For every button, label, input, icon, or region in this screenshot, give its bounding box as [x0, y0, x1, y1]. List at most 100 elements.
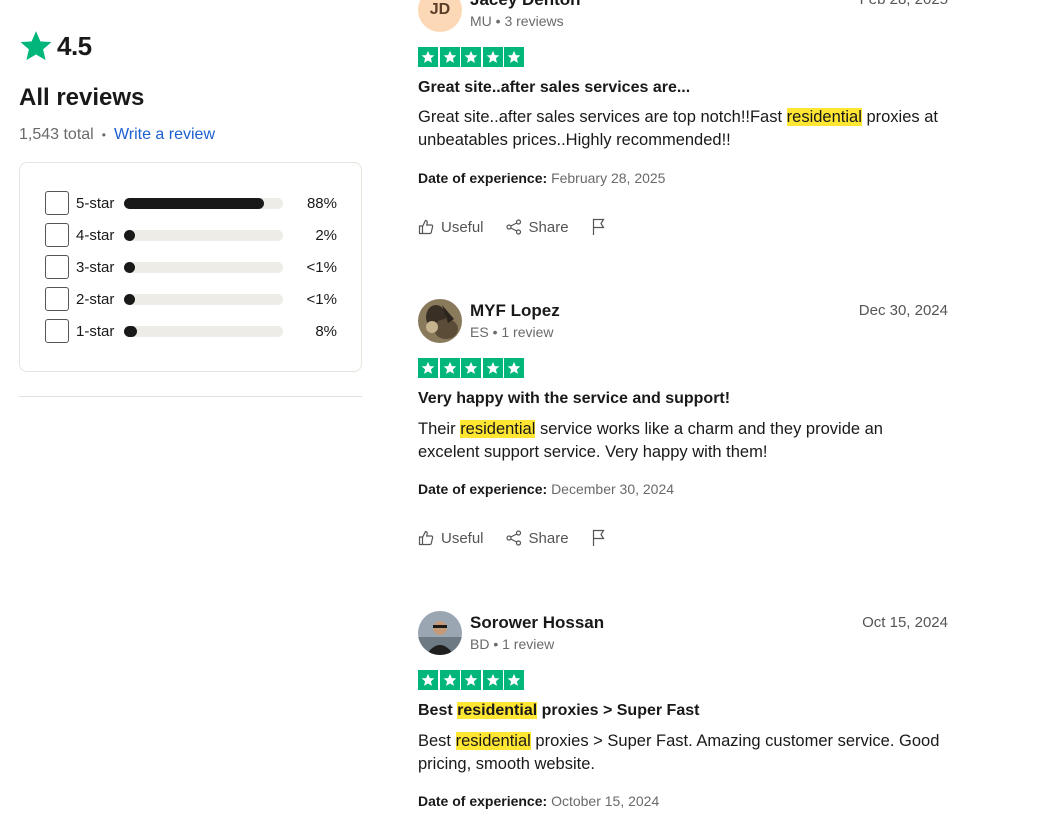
star-filter-panel: 5-star 88% 4-star 2% 3-star <1% 2-star <…	[19, 162, 362, 372]
rating-bar	[124, 325, 283, 337]
highlighted-term: residential	[786, 108, 862, 126]
useful-label: Useful	[441, 218, 484, 236]
review-body: Best residential proxies > Super Fast. A…	[418, 730, 948, 776]
star-icon	[504, 358, 524, 378]
body-text: Great site..after sales services are top…	[418, 108, 787, 126]
review-body: Great site..after sales services are top…	[418, 106, 948, 152]
date-of-experience: Date of experience: February 28, 2025	[418, 170, 665, 186]
rating-bar-fill	[124, 261, 135, 273]
star-rating	[418, 358, 524, 378]
share-label: Share	[528, 529, 569, 547]
filter-label: 5-star	[76, 194, 115, 212]
filter-3-star[interactable]: 3-star <1%	[45, 255, 337, 279]
filter-label: 3-star	[76, 258, 115, 276]
filter-label: 4-star	[76, 226, 115, 244]
doe-label: Date of experience:	[418, 481, 548, 497]
share-button[interactable]: Share	[505, 218, 569, 236]
filter-5-star[interactable]: 5-star 88%	[45, 191, 337, 215]
title-text: Best	[418, 702, 458, 719]
star-icon	[504, 47, 524, 67]
highlighted-term: residential	[457, 702, 538, 719]
doe-value: December 30, 2024	[551, 481, 675, 497]
share-label: Share	[528, 218, 569, 236]
review-actions: Useful Share	[418, 529, 636, 547]
date-of-experience: Date of experience: December 30, 2024	[418, 481, 674, 497]
report-button[interactable]	[591, 218, 614, 236]
rating-bar	[124, 261, 283, 273]
star-icon	[461, 670, 481, 690]
star-icon	[20, 31, 52, 61]
filter-checkbox[interactable]	[45, 255, 69, 279]
filter-4-star[interactable]: 4-star 2%	[45, 223, 337, 247]
star-icon	[418, 358, 438, 378]
body-text: Their	[418, 420, 461, 438]
review-title[interactable]: Best residential proxies > Super Fast	[418, 702, 699, 720]
star-icon	[482, 358, 503, 378]
star-icon	[461, 358, 481, 378]
thumbs-up-icon	[418, 530, 434, 546]
reviewer-name[interactable]: Sorower Hossan	[470, 613, 604, 633]
useful-button[interactable]: Useful	[418, 530, 484, 547]
filter-label: 2-star	[76, 290, 115, 308]
review-card: Sorower Hossan BD • 1 review Oct 15, 202…	[418, 611, 948, 824]
share-icon	[505, 219, 521, 235]
reviewer-name[interactable]: MYF Lopez	[470, 301, 560, 321]
star-icon	[461, 47, 481, 67]
overall-score: 4.5	[57, 30, 92, 61]
useful-button[interactable]: Useful	[418, 219, 484, 236]
useful-label: Useful	[441, 529, 484, 547]
star-icon	[439, 670, 460, 690]
overall-rating: 4.5	[19, 29, 92, 63]
review-title[interactable]: Very happy with the service and support!	[418, 390, 730, 408]
star-icon	[504, 670, 524, 690]
separator-dot: •	[101, 128, 106, 142]
review-card: JD Jacey Denton MU • 3 reviews Feb 28, 2…	[418, 0, 948, 248]
star-icon	[439, 358, 460, 378]
reviewer-meta: ES • 1 review	[470, 324, 554, 340]
filter-percent: 2%	[315, 226, 337, 244]
report-button[interactable]	[591, 529, 614, 547]
avatar-image	[418, 611, 462, 655]
share-button[interactable]: Share	[505, 529, 569, 547]
filter-1-star[interactable]: 1-star 8%	[45, 319, 337, 343]
filter-checkbox[interactable]	[45, 319, 69, 343]
filter-label: 1-star	[76, 322, 115, 340]
all-reviews-heading: All reviews	[19, 84, 145, 111]
review-date: Dec 30, 2024	[858, 302, 948, 319]
filter-checkbox[interactable]	[45, 287, 69, 311]
rating-bar-fill	[124, 197, 264, 209]
doe-value: February 28, 2025	[551, 170, 666, 186]
flag-icon	[592, 529, 605, 546]
filter-checkbox[interactable]	[45, 191, 69, 215]
rating-bar-fill	[124, 325, 137, 337]
star-icon	[482, 670, 503, 690]
flag-icon	[592, 218, 605, 235]
avatar[interactable]	[418, 611, 462, 655]
reviewer-meta: BD • 1 review	[470, 636, 555, 652]
star-icon	[482, 47, 503, 67]
reviewer-name[interactable]: Jacey Denton	[470, 0, 581, 10]
share-icon	[505, 530, 521, 546]
avatar[interactable]	[418, 299, 462, 343]
review-body: Their residential service works like a c…	[418, 418, 948, 464]
total-count: 1,543 total	[19, 126, 94, 143]
rating-bar	[124, 229, 283, 241]
filter-percent: 8%	[315, 322, 337, 340]
review-title[interactable]: Great site..after sales services are...	[418, 79, 690, 97]
review-date: Feb 28, 2025	[860, 0, 948, 8]
star-icon	[439, 47, 460, 67]
rating-bar-fill	[124, 229, 135, 241]
reviewer-meta: MU • 3 reviews	[470, 13, 564, 29]
star-rating	[418, 47, 524, 67]
avatar[interactable]: JD	[418, 0, 462, 32]
highlighted-term: residential	[460, 420, 536, 438]
filter-percent: <1%	[306, 258, 337, 276]
star-icon	[418, 670, 438, 690]
write-review-link[interactable]: Write a review	[114, 126, 215, 144]
star-icon	[418, 47, 438, 67]
review-totals: 1,543 total • Write a review	[19, 126, 215, 144]
filter-checkbox[interactable]	[45, 223, 69, 247]
body-text: Best	[418, 732, 456, 750]
divider	[19, 396, 362, 397]
filter-2-star[interactable]: 2-star <1%	[45, 287, 337, 311]
